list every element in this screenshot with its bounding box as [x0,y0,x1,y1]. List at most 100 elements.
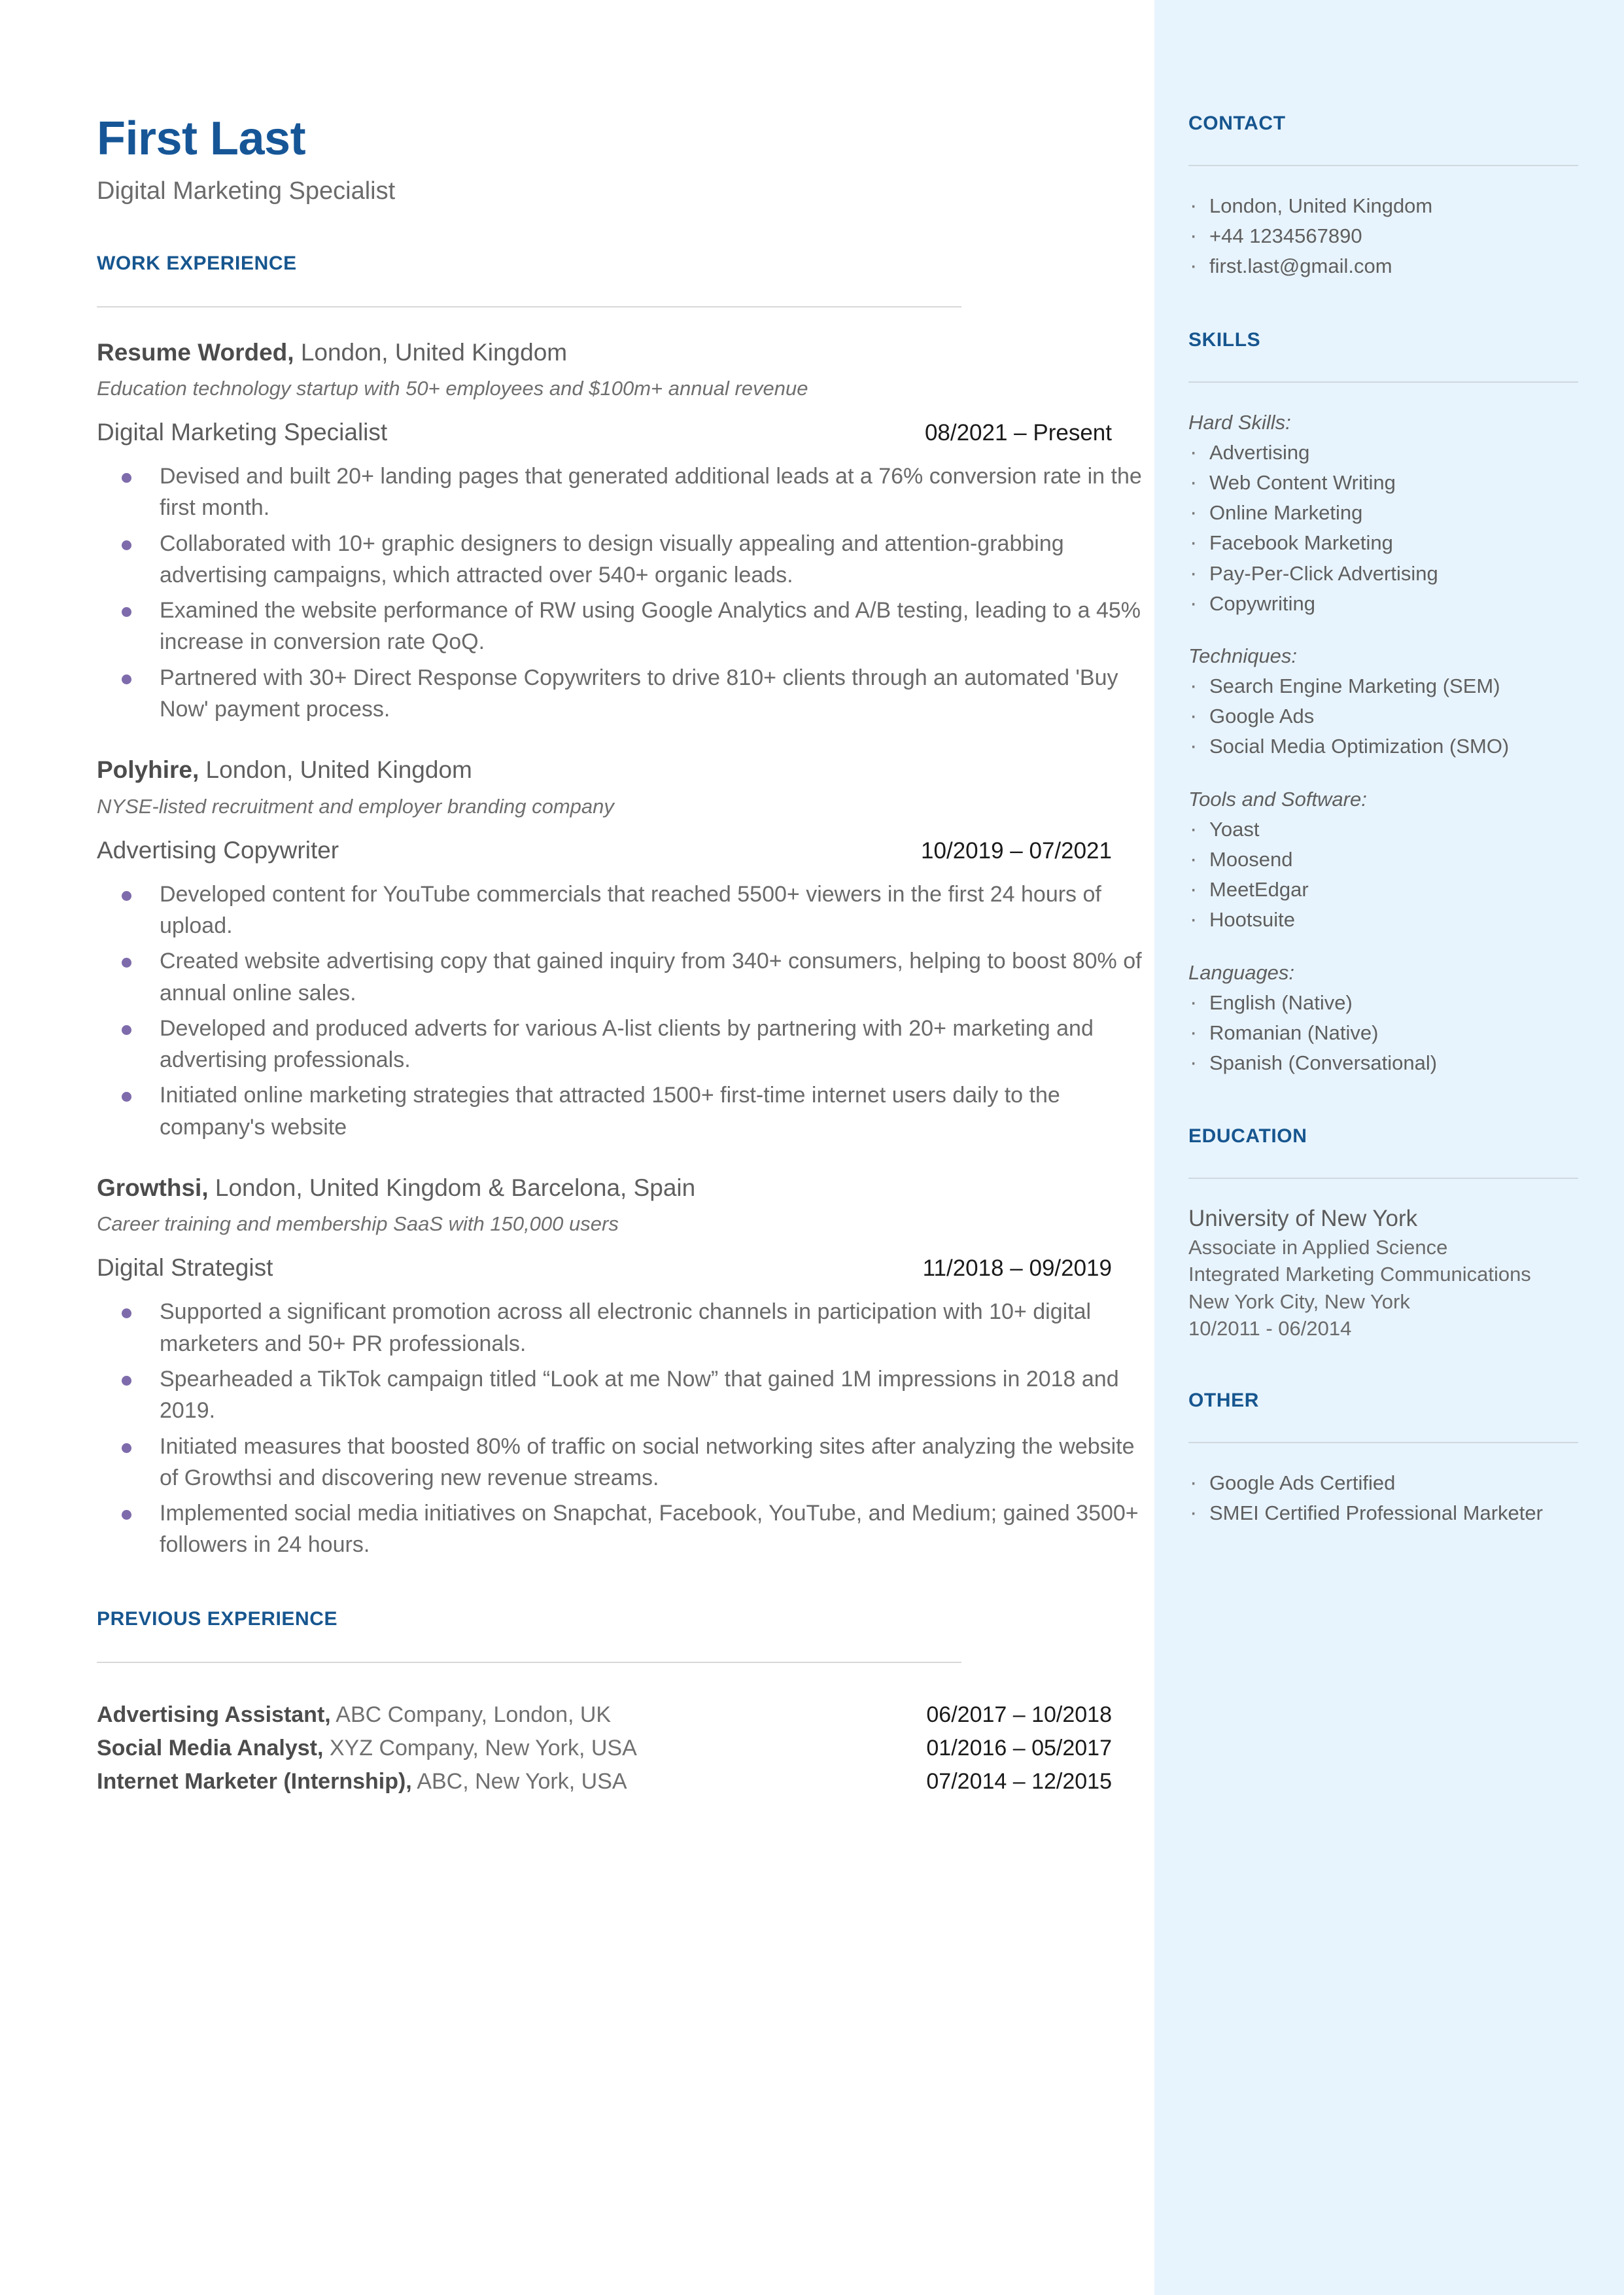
job-bullet: Developed content for YouTube commercial… [97,879,1154,942]
other-list: Google Ads CertifiedSMEI Certified Profe… [1188,1466,1578,1530]
previous-experience-row: Social Media Analyst, XYZ Company, New Y… [97,1732,1112,1765]
education-location: New York City, New York [1188,1289,1410,1313]
education-degree: Associate in Applied Science [1188,1235,1448,1259]
sidebar-divider [1188,1178,1578,1180]
other-item: Google Ads Certified [1188,1466,1578,1499]
skill-items: AdvertisingWeb Content WritingOnline Mar… [1188,436,1578,620]
contact-item[interactable]: London, United Kingdom [1188,189,1578,222]
education-entry: University of New York Associate in Appl… [1188,1204,1578,1342]
job-company-name: Resume Worded, [97,338,294,366]
skill-item: Search Engine Marketing (SEM) [1188,669,1578,703]
job-company: Resume Worded, London, United Kingdom [97,338,1154,368]
job-bullet: Supported a significant promotion across… [97,1296,1154,1359]
sidebar-divider [1188,1441,1578,1443]
job-bullet-list: Supported a significant promotion across… [97,1296,1154,1560]
skill-item: Google Ads [1188,699,1578,733]
previous-experience-heading: PREVIOUS EXPERIENCE [97,1607,338,1630]
skills-list: Hard Skills:AdvertisingWeb Content Writi… [1188,408,1578,1079]
job-bullet: Created website advertising copy that ga… [97,945,1154,1009]
job-entry: Polyhire, London, United Kingdom NYSE-lis… [97,755,1154,1143]
work-experience-heading: WORK EXPERIENCE [97,252,297,274]
professional-headline: Digital Marketing Specialist [97,177,396,205]
work-experience-list: Resume Worded, London, United Kingdom Edu… [97,338,1154,1561]
education-heading: EDUCATION [1188,1125,1307,1148]
job-bullet: Implemented social media initiatives on … [97,1498,1154,1561]
skill-group-label: Hard Skills: [1188,410,1291,434]
skill-item: MeetEdgar [1188,873,1578,906]
skill-item: Online Marketing [1188,496,1578,529]
previous-experience-row: Advertising Assistant, ABC Company, Lond… [97,1698,1112,1732]
job-entry: Resume Worded, London, United Kingdom Edu… [97,338,1154,726]
job-bullet: Examined the website performance of RW u… [97,595,1154,658]
previous-role-title: Advertising Assistant, [97,1702,331,1727]
skill-item: Yoast [1188,813,1578,846]
skill-item: Pay-Per-Click Advertising [1188,556,1578,589]
skill-items: Search Engine Marketing (SEM)Google AdsS… [1188,669,1578,763]
contact-item[interactable]: +44 1234567890 [1188,219,1578,253]
skill-item: English (Native) [1188,986,1578,1019]
sidebar-divider [1188,165,1578,166]
previous-experience-list: Advertising Assistant, ABC Company, Lond… [97,1698,1154,1798]
job-dates: 08/2021 – Present [924,420,1112,446]
job-bullet: Initiated online marketing strategies th… [97,1079,1154,1143]
previous-role-title: Social Media Analyst, [97,1735,324,1761]
contact-item[interactable]: first.last@gmail.com [1188,249,1578,283]
job-company: Polyhire, London, United Kingdom [97,755,1154,785]
previous-role-detail: ABC Company, London, UK [330,1702,612,1727]
skill-item: Moosend [1188,843,1578,876]
job-description: Career training and membership SaaS with… [97,1212,619,1236]
previous-role: Advertising Assistant, ABC Company, Lond… [97,1698,611,1732]
skill-group: Hard Skills:AdvertisingWeb Content Writi… [1188,408,1578,620]
skill-item: Advertising [1188,436,1578,469]
education-field: Integrated Marketing Communications [1188,1263,1531,1286]
job-bullet: Partnered with 30+ Direct Response Copyw… [97,662,1154,726]
job-description: Education technology startup with 50+ em… [97,376,808,400]
section-divider [97,306,961,307]
job-location: London, United Kingdom & Barcelona, Spai… [208,1174,696,1201]
previous-role-dates: 06/2017 – 10/2018 [926,1702,1112,1727]
sidebar: CONTACT London, United Kingdom+44 123456… [1154,0,1624,2295]
job-title: Advertising Copywriter [97,836,339,864]
main-column: First Last Digital Marketing Specialist … [0,0,1154,2295]
job-bullet-list: Developed content for YouTube commercial… [97,879,1154,1143]
job-title: Digital Strategist [97,1254,273,1282]
education-dates: 10/2011 - 06/2014 [1188,1317,1352,1340]
skills-heading: SKILLS [1188,328,1261,351]
resume-page: First Last Digital Marketing Specialist … [0,0,1624,2295]
skill-item: Copywriting [1188,587,1578,620]
skill-items: English (Native)Romanian (Native)Spanish… [1188,986,1578,1079]
job-bullet-list: Devised and built 20+ landing pages that… [97,461,1154,725]
skill-group-label: Tools and Software: [1188,787,1367,811]
job-entry: Growthsi, London, United Kingdom & Barce… [97,1173,1154,1561]
section-divider [97,1661,961,1663]
page-title: First Last [97,113,306,165]
job-bullet: Collaborated with 10+ graphic designers … [97,528,1154,591]
skill-group: Techniques:Search Engine Marketing (SEM)… [1188,641,1578,763]
job-title-row: Digital Strategist 11/2018 – 09/2019 [97,1254,1112,1282]
previous-role: Internet Marketer (Internship), ABC, New… [97,1765,627,1798]
job-company-name: Polyhire, [97,756,199,784]
skill-group-label: Languages: [1188,960,1295,984]
skill-item: Social Media Optimization (SMO) [1188,729,1578,763]
job-bullet: Initiated measures that boosted 80% of t… [97,1431,1154,1494]
job-title: Digital Marketing Specialist [97,419,388,446]
sidebar-divider [1188,381,1578,383]
job-bullet: Devised and built 20+ landing pages that… [97,461,1154,524]
previous-role-detail: XYZ Company, New York, USA [323,1735,637,1761]
job-location: London, United Kingdom [294,338,568,366]
job-title-row: Advertising Copywriter 10/2019 – 07/2021 [97,837,1112,864]
previous-role-title: Internet Marketer (Internship), [97,1768,412,1794]
other-heading: OTHER [1188,1389,1259,1411]
skill-item: Hootsuite [1188,903,1578,936]
job-location: London, United Kingdom [199,756,472,784]
job-bullet: Developed and produced adverts for vario… [97,1013,1154,1076]
previous-role-dates: 07/2014 – 12/2015 [926,1768,1112,1794]
previous-experience-row: Internet Marketer (Internship), ABC, New… [97,1765,1112,1798]
contact-list: London, United Kingdom+44 1234567890firs… [1188,189,1578,283]
skill-group: Tools and Software:YoastMoosendMeetEdgar… [1188,784,1578,937]
skill-group-label: Techniques: [1188,644,1298,667]
skill-item: Romanian (Native) [1188,1016,1578,1049]
previous-role: Social Media Analyst, XYZ Company, New Y… [97,1732,637,1765]
skill-item: Facebook Marketing [1188,526,1578,559]
skill-group: Languages:English (Native)Romanian (Nati… [1188,958,1578,1079]
